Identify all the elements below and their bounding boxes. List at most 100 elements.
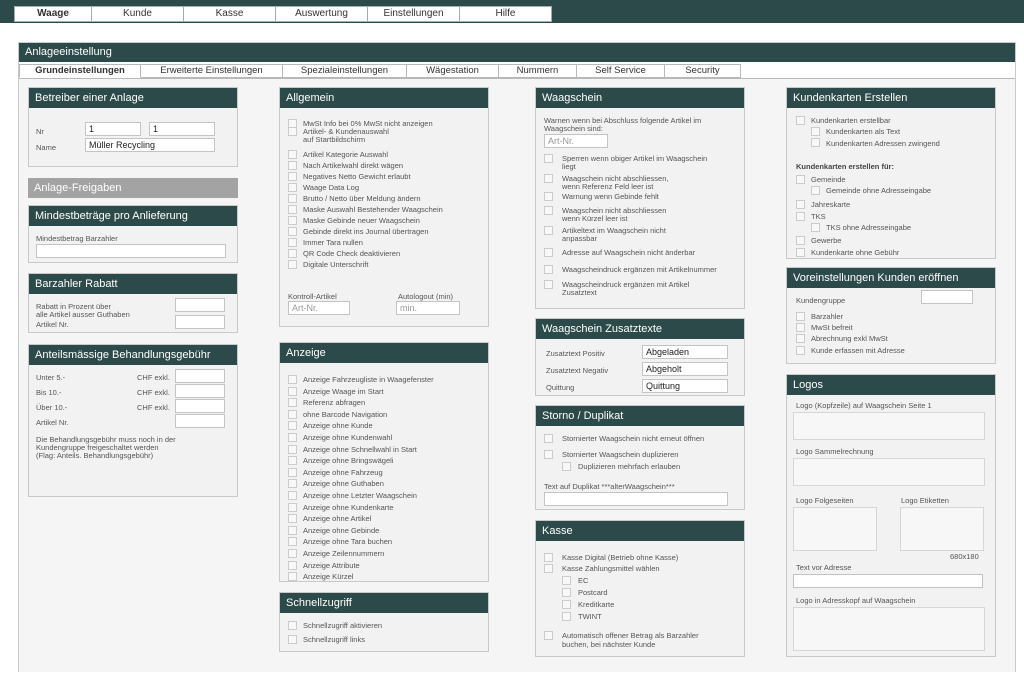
checkbox[interactable]	[544, 450, 553, 459]
checkbox[interactable]	[544, 280, 553, 289]
checkbox[interactable]	[811, 186, 820, 195]
checkbox[interactable]	[288, 375, 297, 384]
topnav-kasse[interactable]: Kasse	[184, 6, 276, 22]
topnav-kunde[interactable]: Kunde	[92, 6, 184, 22]
checkbox[interactable]	[544, 174, 553, 183]
checkbox[interactable]	[544, 154, 553, 163]
tab-nummern[interactable]: Nummern	[499, 64, 577, 78]
checkbox[interactable]	[811, 127, 820, 136]
checkbox[interactable]	[288, 621, 297, 630]
checkbox[interactable]	[288, 161, 297, 170]
checkbox[interactable]	[796, 175, 805, 184]
checkbox[interactable]	[544, 434, 553, 443]
rabatt-artikel-input[interactable]	[175, 315, 225, 329]
checkbox[interactable]	[288, 560, 297, 570]
logo-upload-box[interactable]	[793, 607, 985, 651]
checkbox[interactable]	[288, 635, 297, 644]
duplikat-text-input[interactable]	[544, 492, 728, 506]
tab-security[interactable]: Security	[665, 64, 741, 78]
checkbox[interactable]	[544, 553, 553, 562]
panel-freigaben[interactable]: Anlage-Freigaben	[28, 178, 238, 198]
checkbox[interactable]	[288, 537, 297, 547]
checkbox[interactable]	[288, 572, 297, 582]
checkbox[interactable]	[796, 334, 805, 343]
checkbox[interactable]	[288, 249, 297, 258]
logo-upload-box[interactable]	[900, 507, 984, 551]
zusatz-negativ-input[interactable]: Abgeholt	[642, 362, 728, 376]
anteil-input[interactable]	[175, 399, 225, 413]
checkbox[interactable]	[288, 183, 297, 192]
name-input[interactable]: Müller Recycling	[85, 138, 215, 152]
tab-erweiterte[interactable]: Erweiterte Einstellungen	[141, 64, 283, 78]
checkbox[interactable]	[288, 409, 297, 419]
checkbox[interactable]	[288, 194, 297, 203]
checkbox[interactable]	[544, 631, 553, 640]
tab-waegestation[interactable]: Wägestation	[407, 64, 499, 78]
checkbox[interactable]	[288, 514, 297, 524]
checkbox[interactable]	[796, 312, 805, 321]
checkbox[interactable]	[796, 212, 805, 221]
checkbox[interactable]	[544, 248, 553, 257]
checkbox[interactable]	[288, 525, 297, 535]
checkbox[interactable]	[288, 205, 297, 214]
checkbox[interactable]	[544, 226, 553, 235]
checkbox[interactable]	[562, 612, 571, 621]
checkbox[interactable]	[562, 576, 571, 585]
tab-grundeinstellungen[interactable]: Grundeinstellungen	[19, 64, 141, 78]
checkbox[interactable]	[288, 549, 297, 558]
zusatz-positiv-input[interactable]: Abgeladen	[642, 345, 728, 359]
checkbox[interactable]	[796, 248, 805, 257]
anteil-input[interactable]	[175, 369, 225, 383]
kundengruppe-input[interactable]	[921, 290, 973, 304]
autologout-input[interactable]: min.	[396, 301, 460, 315]
nr-input-2[interactable]: 1	[149, 122, 215, 136]
rabatt-input[interactable]	[175, 298, 225, 312]
logo-upload-box[interactable]	[793, 412, 985, 440]
checkbox[interactable]	[562, 462, 571, 471]
checkbox[interactable]	[544, 564, 553, 573]
anteil-artikel-input[interactable]	[175, 414, 225, 428]
checkbox[interactable]	[288, 260, 297, 269]
checkbox[interactable]	[544, 265, 553, 274]
checkbox[interactable]	[288, 467, 297, 477]
checkbox[interactable]	[288, 172, 297, 181]
checkbox[interactable]	[544, 192, 553, 201]
topnav-auswertung[interactable]: Auswertung	[276, 6, 368, 22]
topnav-einstellungen[interactable]: Einstellungen	[368, 6, 460, 22]
logo-upload-box[interactable]	[793, 507, 877, 551]
text-vor-adresse-input[interactable]	[793, 574, 983, 588]
art-nr-input[interactable]: Art-Nr.	[544, 134, 608, 148]
checkbox[interactable]	[811, 223, 820, 232]
checkbox[interactable]	[288, 227, 297, 236]
checkbox[interactable]	[562, 600, 571, 609]
anteil-input[interactable]	[175, 384, 225, 398]
checkbox[interactable]	[796, 236, 805, 245]
checkbox[interactable]	[288, 386, 297, 396]
checkbox[interactable]	[796, 200, 805, 209]
nr-input-1[interactable]: 1	[85, 122, 141, 136]
checkbox[interactable]	[288, 421, 297, 431]
mindest-input[interactable]	[36, 244, 226, 258]
checkbox[interactable]	[288, 238, 297, 247]
checkbox[interactable]	[811, 138, 820, 147]
logo-upload-box[interactable]	[793, 458, 985, 486]
topnav-hilfe[interactable]: Hilfe	[460, 6, 552, 22]
checkbox[interactable]	[544, 206, 553, 215]
tab-spezial[interactable]: Spezialeinstellungen	[283, 64, 407, 78]
kontroll-input[interactable]: Art-Nr.	[288, 301, 350, 315]
zusatz-quittung-input[interactable]: Quittung	[642, 379, 728, 393]
checkbox[interactable]	[562, 588, 571, 597]
checkbox[interactable]	[288, 216, 297, 225]
checkbox[interactable]	[288, 127, 297, 136]
checkbox[interactable]	[288, 150, 297, 159]
checkbox[interactable]	[796, 116, 805, 125]
checkbox[interactable]	[288, 456, 297, 466]
tab-self-service[interactable]: Self Service	[577, 64, 665, 78]
checkbox[interactable]	[288, 502, 297, 512]
checkbox[interactable]	[288, 479, 297, 489]
checkbox[interactable]	[796, 323, 805, 332]
topnav-waage[interactable]: Waage	[14, 6, 92, 22]
checkbox[interactable]	[288, 444, 297, 454]
checkbox[interactable]	[796, 346, 805, 355]
checkbox[interactable]	[288, 398, 297, 408]
